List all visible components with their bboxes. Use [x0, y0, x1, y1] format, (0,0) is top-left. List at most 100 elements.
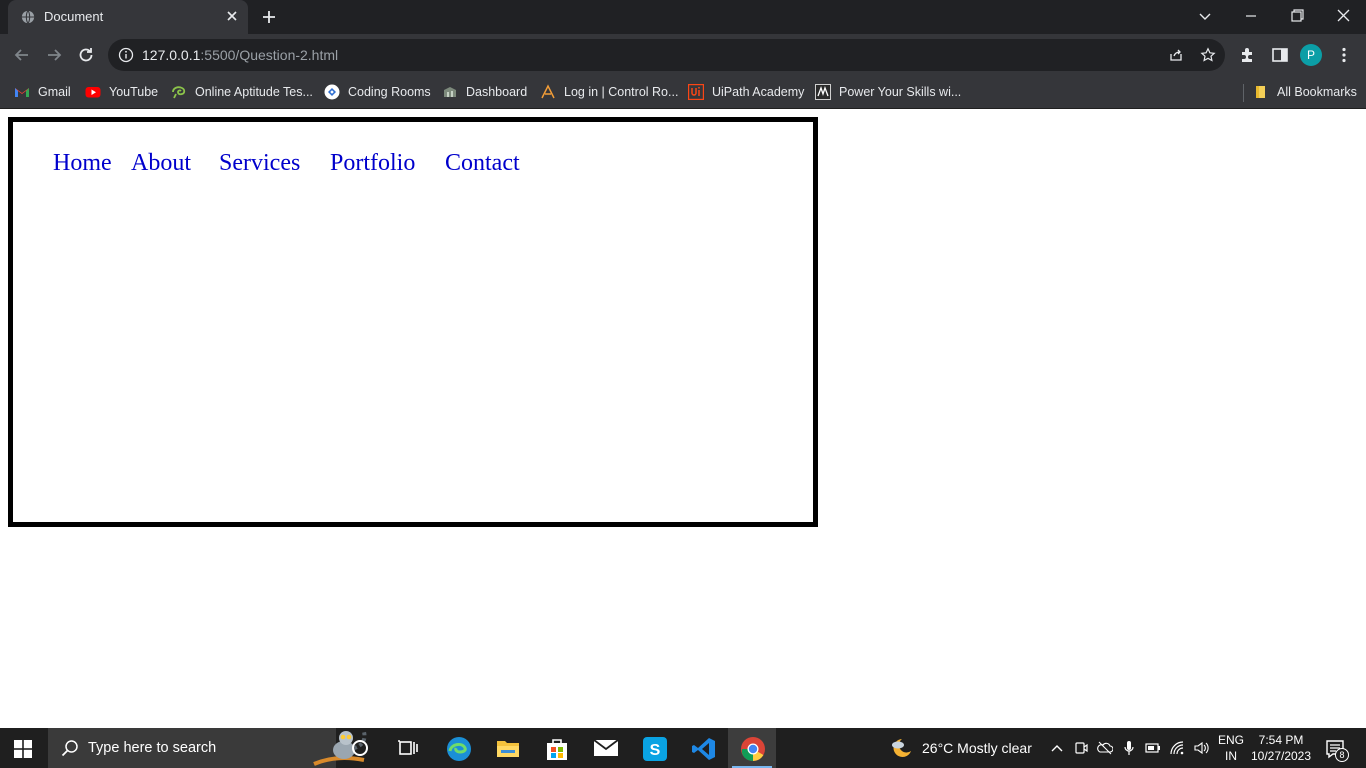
- bookmark-label: Log in | Control Ro...: [564, 85, 679, 99]
- meet-now-icon[interactable]: [1073, 740, 1089, 756]
- clock-date: 10/27/2023: [1250, 749, 1312, 763]
- browser-toolbar: 127.0.0.1:5500/Question-2.html P: [0, 34, 1366, 76]
- extensions-icon[interactable]: [1238, 45, 1258, 65]
- folder-icon: [1256, 86, 1265, 98]
- url-text[interactable]: 127.0.0.1:5500/Question-2.html: [142, 47, 338, 63]
- site-info-icon[interactable]: [118, 47, 134, 63]
- close-tab-icon[interactable]: [224, 8, 240, 24]
- mail-icon: [593, 739, 619, 756]
- skills-icon: [815, 84, 831, 100]
- search-placeholder: Type here to search: [88, 740, 217, 756]
- microphone-icon[interactable]: [1121, 740, 1137, 756]
- bookmarks-divider: [1243, 84, 1244, 102]
- search-icon: [61, 740, 78, 757]
- browser-tab[interactable]: Document: [8, 0, 248, 34]
- windows-start-icon[interactable]: [14, 740, 32, 758]
- bordered-container: Home About Services Portfolio Contact: [8, 117, 818, 527]
- dashboard-icon: [444, 87, 456, 97]
- vscode-icon: [692, 738, 715, 760]
- youtube-icon: [85, 87, 101, 98]
- control-room-icon: [541, 84, 555, 99]
- bookmark-label: Gmail: [38, 85, 71, 99]
- nav-link-portfolio[interactable]: Portfolio: [330, 150, 415, 177]
- nav-link-about[interactable]: About: [131, 150, 191, 177]
- onedrive-icon[interactable]: [1097, 740, 1113, 756]
- share-icon[interactable]: [1168, 47, 1184, 63]
- bookmark-coding-rooms[interactable]: Coding Rooms: [324, 82, 431, 102]
- region-code: IN: [1225, 749, 1237, 763]
- taskbar-search-box[interactable]: Type here to search: [48, 728, 367, 768]
- bookmark-aptitude[interactable]: Online Aptitude Tes...: [171, 82, 313, 102]
- taskbar-task-view[interactable]: [384, 728, 432, 768]
- bookmark-label: Online Aptitude Tes...: [195, 85, 313, 99]
- bookmark-gmail[interactable]: Gmail: [14, 82, 71, 102]
- globe-icon: [21, 10, 35, 24]
- all-bookmarks-label: All Bookmarks: [1277, 85, 1357, 99]
- bookmark-control-room[interactable]: Log in | Control Ro...: [540, 82, 678, 102]
- chrome-icon: [741, 737, 765, 761]
- nav-link-contact[interactable]: Contact: [445, 150, 520, 177]
- nav-link-home[interactable]: Home: [53, 150, 112, 177]
- tab-search-icon[interactable]: [1194, 6, 1216, 26]
- side-panel-icon[interactable]: [1270, 45, 1290, 65]
- input-language[interactable]: ENG IN: [1218, 732, 1244, 764]
- bookmark-uipath[interactable]: UiPath Academy: [688, 82, 804, 102]
- bookmark-label: YouTube: [109, 85, 159, 99]
- close-window-icon[interactable]: [1332, 6, 1354, 26]
- bookmark-star-icon[interactable]: [1200, 47, 1216, 63]
- taskbar-edge[interactable]: [434, 728, 482, 768]
- bookmark-label: Coding Rooms: [348, 85, 431, 99]
- all-bookmarks-button[interactable]: All Bookmarks: [1253, 82, 1357, 102]
- bookmark-label: Power Your Skills wi...: [839, 85, 962, 99]
- bookmark-label: Dashboard: [466, 85, 528, 99]
- taskbar-chrome[interactable]: [728, 728, 776, 768]
- windows-taskbar: Type here to search S 26°C Mostly clear …: [0, 728, 1366, 768]
- clock-time: 7:54 PM: [1258, 733, 1304, 747]
- volume-icon[interactable]: [1193, 740, 1209, 756]
- minimize-icon[interactable]: [1240, 6, 1262, 26]
- profile-avatar[interactable]: P: [1300, 44, 1322, 66]
- store-icon: [547, 739, 567, 760]
- file-explorer-icon: [497, 741, 519, 757]
- language-code: ENG: [1218, 733, 1245, 747]
- coding-rooms-icon: [324, 84, 340, 100]
- forward-icon[interactable]: [44, 45, 64, 65]
- back-icon[interactable]: [12, 45, 32, 65]
- restore-icon[interactable]: [1286, 6, 1308, 26]
- browser-titlebar: Document: [0, 0, 1366, 34]
- notification-count-badge: 8: [1335, 748, 1349, 762]
- system-clock[interactable]: 7:54 PM 10/27/2023: [1250, 732, 1312, 764]
- taskbar-cortana[interactable]: [336, 728, 384, 768]
- nav-link-services[interactable]: Services: [219, 150, 300, 177]
- gmail-icon: [15, 88, 29, 97]
- taskbar-skype[interactable]: S: [630, 728, 678, 768]
- task-view-icon: [398, 740, 418, 755]
- wifi-icon[interactable]: [1169, 740, 1185, 756]
- taskbar-store[interactable]: [532, 728, 580, 768]
- menu-kebab-icon[interactable]: [1334, 45, 1354, 65]
- taskbar-vscode[interactable]: [679, 728, 727, 768]
- skype-icon: S: [643, 737, 667, 761]
- svg-text:S: S: [650, 742, 661, 759]
- url-host: 127.0.0.1: [142, 47, 201, 63]
- battery-icon[interactable]: [1145, 740, 1161, 756]
- bookmark-skills[interactable]: Power Your Skills wi...: [815, 82, 961, 102]
- bookmarks-bar: Gmail YouTube Online Aptitude Tes... Cod…: [0, 76, 1366, 109]
- address-bar[interactable]: 127.0.0.1:5500/Question-2.html: [108, 39, 1225, 71]
- uipath-icon: [688, 84, 704, 100]
- tab-title: Document: [44, 9, 104, 24]
- cortana-icon: [352, 740, 368, 756]
- url-path: :5500/Question-2.html: [200, 47, 339, 63]
- taskbar-file-explorer[interactable]: [483, 728, 531, 768]
- reload-icon[interactable]: [76, 45, 96, 65]
- show-hidden-icons-icon[interactable]: [1049, 740, 1065, 756]
- page-viewport: Home About Services Portfolio Contact: [0, 109, 1366, 728]
- bookmark-youtube[interactable]: YouTube: [85, 82, 158, 102]
- bookmark-label: UiPath Academy: [712, 85, 805, 99]
- bookmark-dashboard[interactable]: Dashboard: [442, 82, 527, 102]
- weather-moon-cloud-icon[interactable]: [888, 736, 914, 760]
- weather-text[interactable]: 26°C Mostly clear: [922, 740, 1032, 756]
- aptitude-icon: [172, 86, 186, 99]
- taskbar-mail[interactable]: [581, 728, 629, 768]
- new-tab-icon[interactable]: [260, 8, 278, 26]
